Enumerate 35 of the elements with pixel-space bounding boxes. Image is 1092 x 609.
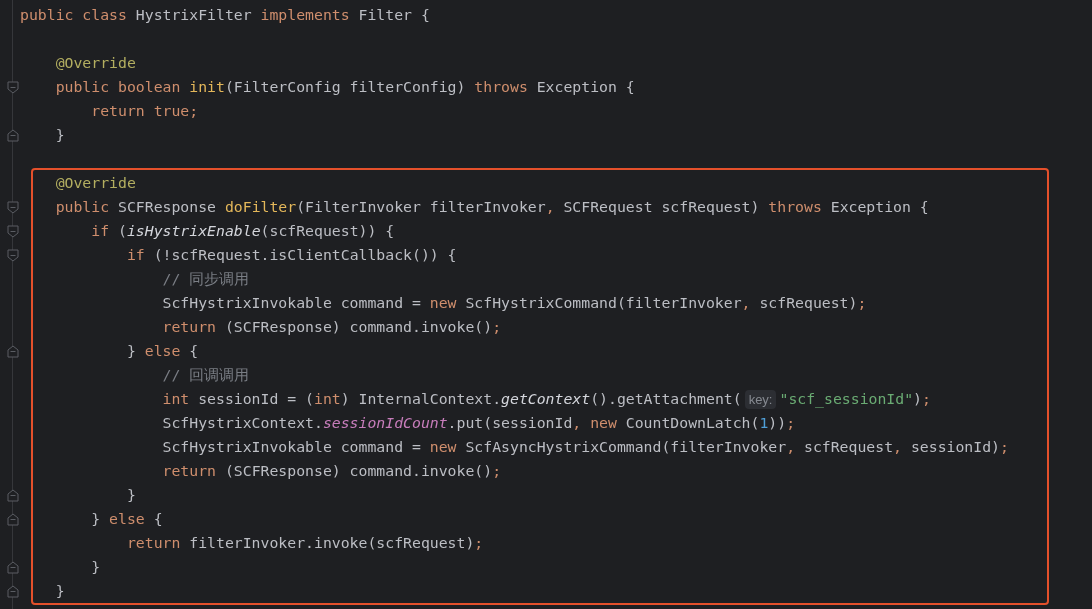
fold-marker-icon[interactable]	[7, 81, 19, 94]
fold-marker-icon[interactable]	[7, 489, 19, 502]
fold-marker-icon[interactable]	[7, 129, 19, 142]
code-line: ScfHystrixInvokable command = new ScfAsyncHystrixCommand(filterInvoker, scfRequest, sessionId);	[161, 437, 1009, 457]
code-line: ScfHystrixInvokable command = new ScfHystrixCommand(filterInvoker, scfRequest);	[161, 293, 867, 313]
code-line: }	[125, 485, 136, 505]
code-line: public class HystrixFilter implements Filter {	[20, 5, 430, 25]
code-line: ScfHystrixContext.sessionIdCount.put(sessionId, new CountDownLatch(1));	[161, 413, 796, 433]
code-line: @Override	[54, 53, 136, 73]
code-line: // 同步调用	[161, 269, 250, 289]
fold-marker-icon[interactable]	[7, 585, 19, 598]
code-line: }	[54, 581, 65, 601]
code-line: public boolean init(FilterConfig filterConfig) throws Exception {	[54, 77, 635, 97]
code-line: if (!scfRequest.isClientCallback()) {	[125, 245, 457, 265]
code-line: } else {	[90, 509, 163, 529]
code-line: return true;	[90, 101, 199, 121]
code-line: // 回调调用	[161, 365, 250, 385]
code-line: "scf_sessionId");	[779, 389, 931, 410]
fold-marker-icon[interactable]	[7, 345, 19, 358]
code-line: }	[90, 557, 101, 577]
fold-marker-icon[interactable]	[7, 513, 19, 526]
code-line: return (SCFResponse) command.invoke();	[161, 461, 502, 481]
code-line: } else {	[125, 341, 199, 361]
code-line: return (SCFResponse) command.invoke();	[161, 317, 502, 337]
code-line: @Override	[54, 173, 136, 193]
fold-marker-icon[interactable]	[7, 561, 19, 574]
fold-marker-icon[interactable]	[7, 201, 19, 214]
code-line: int sessionId = (int) InternalContext.getContext().getAttachment(	[161, 389, 742, 409]
code-line: return filterInvoker.invoke(scfRequest);	[125, 533, 484, 553]
fold-marker-icon[interactable]	[7, 225, 19, 238]
code-line: if (isHystrixEnable(scfRequest)) {	[90, 221, 395, 241]
code-line: public SCFResponse doFilter(FilterInvoker filterInvoker, SCFRequest scfRequest) throws Exception {	[54, 197, 929, 217]
code-line: }	[54, 125, 65, 145]
fold-marker-icon[interactable]	[7, 249, 19, 262]
parameter-hint: key:	[744, 389, 777, 409]
